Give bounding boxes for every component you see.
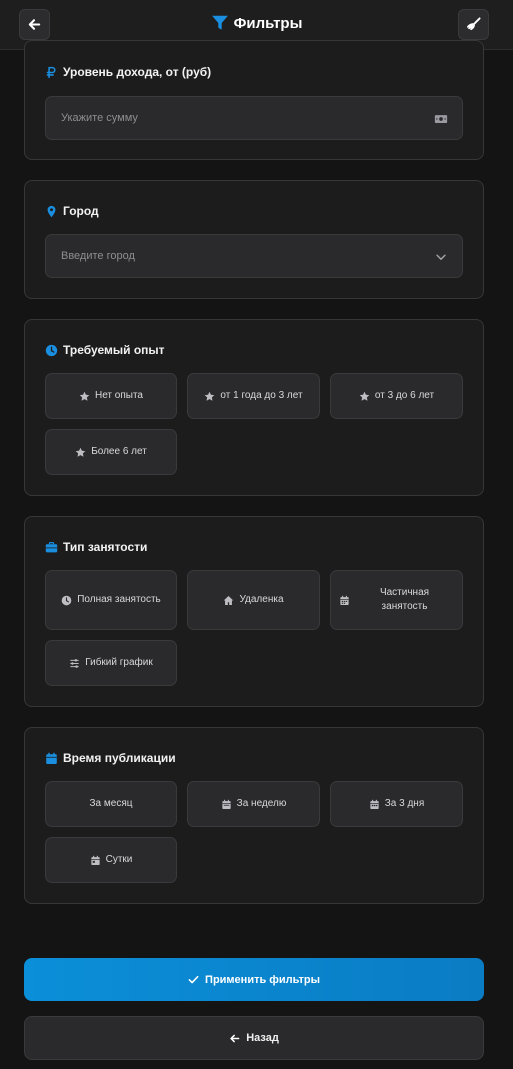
calendar-icon <box>370 799 379 809</box>
employment-option-part-time[interactable]: Частичная занятость <box>330 570 463 630</box>
publication-card: Время публикации За месяц За неделю За 3… <box>24 727 484 904</box>
employment-card: Тип занятости Полная занятость Удаленка … <box>24 516 484 707</box>
back-bottom-button[interactable]: Назад <box>24 1016 484 1060</box>
star-icon <box>205 391 215 401</box>
experience-card: Требуемый опыт Нет опыта от 1 года до 3 … <box>24 319 484 496</box>
publication-title: Время публикации <box>45 751 176 765</box>
experience-option-6plus[interactable]: Более 6 лет <box>45 429 177 475</box>
arrow-left-icon <box>230 1034 240 1042</box>
published-option-day[interactable]: Сутки <box>45 837 177 883</box>
calendar-icon <box>90 855 100 865</box>
income-card: Уровень дохода, от (руб) <box>24 40 484 160</box>
published-option-3days[interactable]: За 3 дня <box>330 781 463 827</box>
city-input[interactable] <box>46 235 462 277</box>
income-field[interactable] <box>45 96 463 140</box>
briefcase-icon <box>45 541 58 552</box>
calendar-icon <box>222 799 231 809</box>
experience-title: Требуемый опыт <box>45 343 165 357</box>
employment-option-flexible[interactable]: Гибкий график <box>45 640 177 686</box>
star-icon <box>79 391 90 401</box>
city-card: Город <box>24 180 484 299</box>
home-icon <box>224 595 234 605</box>
broom-icon <box>466 17 481 31</box>
sliders-icon <box>70 658 79 668</box>
ruble-icon <box>46 66 56 78</box>
experience-option-1-3[interactable]: от 1 года до 3 лет <box>187 373 320 419</box>
income-input[interactable] <box>46 97 462 139</box>
city-field[interactable] <box>45 234 463 278</box>
clock-icon <box>45 344 58 356</box>
clock-icon <box>61 595 72 605</box>
filter-icon <box>211 15 228 30</box>
money-icon <box>434 115 448 123</box>
page-title-wrap: Фильтры <box>0 14 513 32</box>
clear-filters-button[interactable] <box>458 9 489 40</box>
chevron-down-icon[interactable] <box>434 250 448 264</box>
map-pin-icon <box>47 205 56 217</box>
calendar-icon <box>340 595 349 605</box>
experience-option-none[interactable]: Нет опыта <box>45 373 177 419</box>
employment-title: Тип занятости <box>45 540 147 554</box>
employment-option-remote[interactable]: Удаленка <box>187 570 320 630</box>
apply-filters-button[interactable]: Применить фильтры <box>24 958 484 1001</box>
employment-option-full[interactable]: Полная занятость <box>45 570 177 630</box>
experience-option-3-6[interactable]: от 3 до 6 лет <box>330 373 463 419</box>
star-icon <box>359 391 370 401</box>
page-title: Фильтры <box>233 14 303 32</box>
city-title: Город <box>45 204 99 218</box>
star-icon <box>75 447 86 457</box>
income-title: Уровень дохода, от (руб) <box>45 65 211 79</box>
published-option-week[interactable]: За неделю <box>187 781 320 827</box>
published-option-month[interactable]: За месяц <box>45 781 177 827</box>
check-icon <box>188 975 199 984</box>
calendar-icon <box>46 752 57 764</box>
